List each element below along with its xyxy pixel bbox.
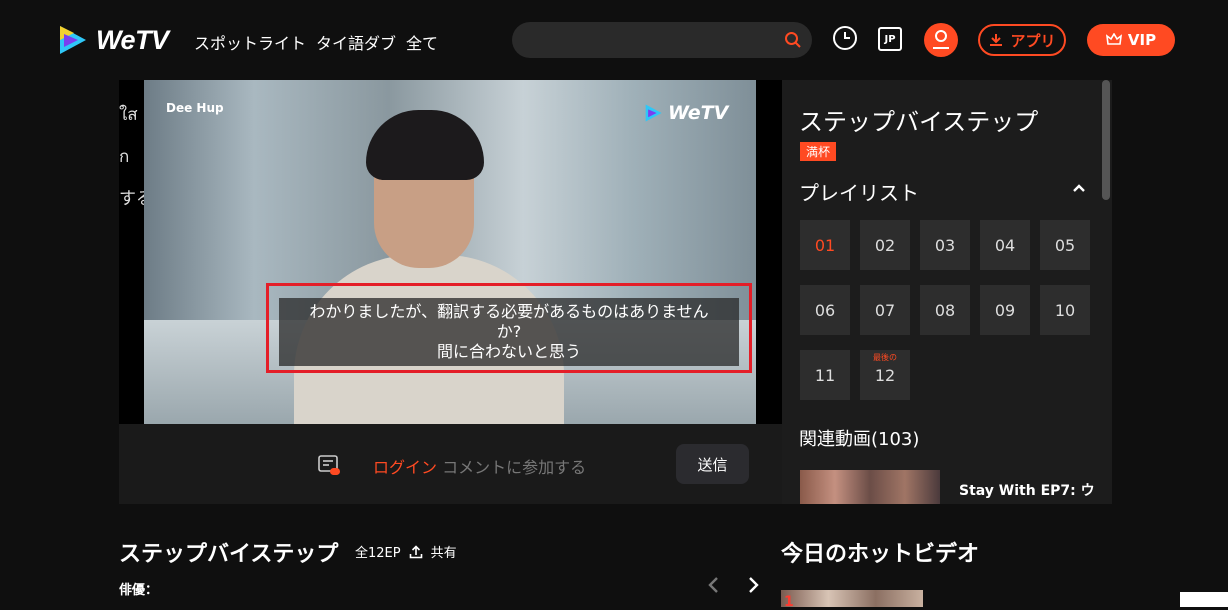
vip-button[interactable]: VIP [1087, 24, 1175, 56]
download-icon [990, 34, 1003, 46]
panel-scrollbar[interactable] [1102, 80, 1110, 200]
chevron-up-icon[interactable] [1071, 180, 1087, 196]
series-title: ステップバイステップ [799, 108, 1039, 136]
episode-button[interactable]: 05 [1040, 220, 1090, 270]
status-badge: 満杯 [800, 142, 837, 161]
episode-button[interactable]: 09 [980, 285, 1030, 335]
related-item-title[interactable]: Stay With EP7: ウ [959, 480, 1095, 500]
app-label: アプリ [1010, 31, 1056, 50]
nav-all[interactable]: 全て [406, 30, 438, 54]
search-input[interactable] [512, 22, 812, 58]
episode-button[interactable]: 06 [800, 285, 850, 335]
related-thumbnail[interactable] [800, 470, 940, 504]
comment-icon [318, 455, 340, 475]
chevron-right-icon[interactable] [746, 576, 760, 594]
hot-rank: 1 [784, 594, 794, 610]
history-clock-icon[interactable] [832, 25, 858, 51]
episode-count: 全12EP [355, 546, 401, 561]
hot-video-thumbnail[interactable] [781, 590, 923, 607]
crown-icon [1105, 33, 1122, 45]
episode-button[interactable]: 10 [1040, 285, 1090, 335]
hot-videos-title: 今日のホットビデオ [781, 542, 980, 567]
subtitle-highlight-box [266, 283, 752, 373]
nav-thai-dub[interactable]: タイ語ダブ [316, 30, 396, 54]
episode-button[interactable]: 01 [800, 220, 850, 270]
share-icon[interactable] [409, 544, 423, 559]
episode-button[interactable]: 03 [920, 220, 970, 270]
play-logo-icon [645, 104, 662, 122]
episode-panel: ステップバイステップ 満杯 プレイリスト 01 02 03 04 05 06 07 08 09 1… [782, 80, 1112, 504]
login-link[interactable]: ログイン [373, 458, 437, 477]
series-meta: 全12EP 共有 [355, 542, 457, 561]
brand-name: WeTV [96, 24, 169, 55]
vip-label: VIP [1127, 31, 1157, 49]
user-avatar-button[interactable] [924, 23, 958, 57]
last-episode-tag: 最後の [873, 353, 897, 362]
main-nav: スポットライト タイ語ダブ 全て [194, 30, 438, 54]
corner-widget[interactable] [1180, 592, 1228, 607]
wetv-watermark: WeTV [642, 102, 728, 124]
comment-bar: ログイン コメントに参加する 送信 [119, 424, 782, 504]
episode-button[interactable]: 11 [800, 350, 850, 400]
language-selector[interactable]: JP [878, 27, 902, 51]
play-logo-icon [60, 26, 86, 54]
nav-spotlight[interactable]: スポットライト [194, 30, 306, 54]
series-title-bottom: ステップバイステップ [119, 542, 339, 567]
search-icon[interactable] [784, 31, 802, 49]
episode-button[interactable]: 02 [860, 220, 910, 270]
wetv-logo[interactable]: WeTV [54, 22, 169, 58]
playlist-label: プレイリスト [799, 181, 919, 205]
user-icon [933, 30, 949, 49]
episode-button[interactable]: 04 [980, 220, 1030, 270]
app-download-button[interactable]: アプリ [978, 24, 1066, 56]
deehup-watermark: Dee Hup [166, 101, 224, 115]
cast-label: 俳優： [119, 583, 159, 598]
share-label[interactable]: 共有 [431, 542, 457, 561]
chevron-left-icon[interactable] [707, 576, 721, 594]
comment-prompt: ログイン コメントに参加する [373, 458, 587, 477]
send-button[interactable]: 送信 [676, 444, 749, 484]
related-videos-title: 関連動画(103) [799, 429, 920, 450]
episode-button[interactable]: 08 [920, 285, 970, 335]
episode-button[interactable]: 12 最後の [860, 350, 910, 400]
episode-button[interactable]: 07 [860, 285, 910, 335]
